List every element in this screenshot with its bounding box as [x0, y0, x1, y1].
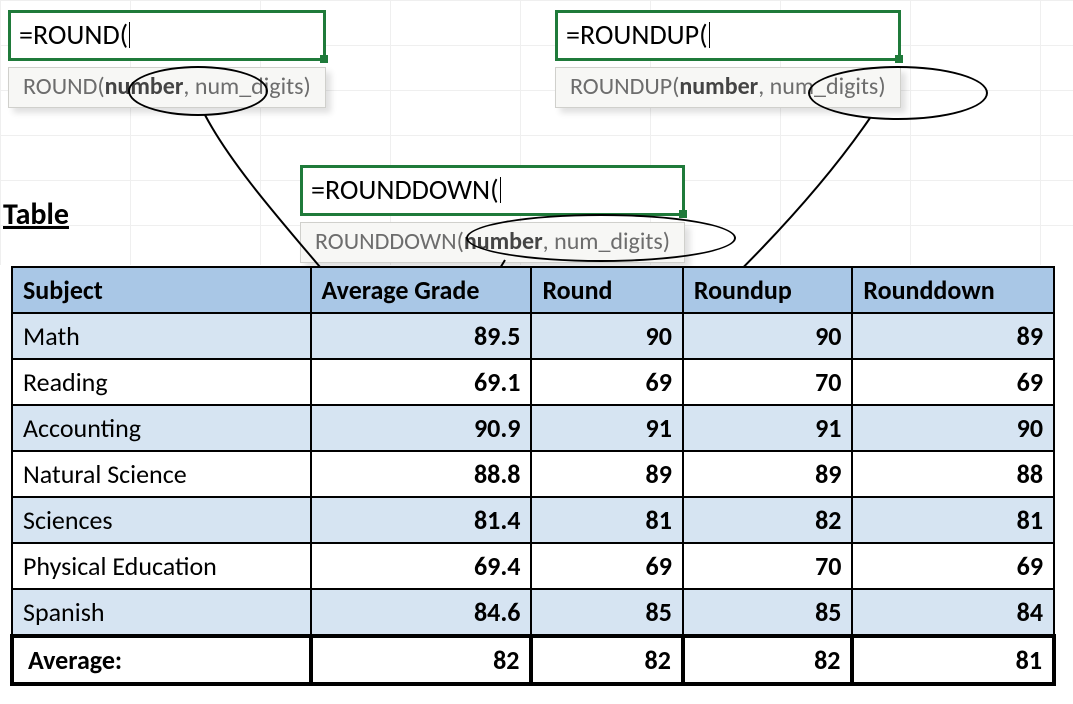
- col-header-subject: Subject: [12, 267, 311, 313]
- tooltip-fn-name: ROUNDDOWN: [315, 227, 457, 256]
- tooltip-arg-numdigits: num_digits: [770, 72, 879, 101]
- formula-snippet-round: =ROUND( ROUND(number, num_digits): [8, 10, 326, 108]
- cell-avg-grade: 69.4: [311, 543, 532, 589]
- tooltip-arg-number: number: [464, 227, 543, 256]
- col-header-roundup: Roundup: [683, 267, 853, 313]
- tooltip-arg-numdigits: num_digits: [554, 227, 663, 256]
- text-cursor-icon: [709, 22, 710, 48]
- cell-avg-grade: 69.1: [311, 359, 532, 405]
- tooltip-arg-number: number: [105, 72, 184, 101]
- cell-subject: Physical Education: [12, 543, 311, 589]
- cell-subject: Sciences: [12, 497, 311, 543]
- formula-text: =ROUNDDOWN(: [311, 172, 499, 207]
- footer-rounddown: 81: [852, 636, 1054, 684]
- cell-fill-handle-icon[interactable]: [679, 210, 687, 218]
- table-row: Math89.5909089: [12, 313, 1054, 359]
- tooltip-fn-name: ROUND: [23, 72, 97, 101]
- table-row: Reading69.1697069: [12, 359, 1054, 405]
- formula-snippet-rounddown: =ROUNDDOWN( ROUNDDOWN(number, num_digits…: [300, 165, 685, 263]
- cell-rounddown: 84: [852, 589, 1054, 636]
- table-header-row: Subject Average Grade Round Roundup Roun…: [12, 267, 1054, 313]
- cell-avg-grade: 88.8: [311, 451, 532, 497]
- cell-subject: Spanish: [12, 589, 311, 636]
- footer-round: 82: [531, 636, 682, 684]
- cell-roundup: 89: [683, 451, 853, 497]
- text-cursor-icon: [129, 22, 130, 48]
- formula-cell-rounddown[interactable]: =ROUNDDOWN(: [300, 165, 685, 216]
- cell-subject: Math: [12, 313, 311, 359]
- tooltip-arg-numdigits: num_digits: [195, 72, 304, 101]
- cell-round: 85: [531, 589, 682, 636]
- cell-fill-handle-icon[interactable]: [320, 55, 328, 63]
- cell-avg-grade: 90.9: [311, 405, 532, 451]
- formula-tooltip-rounddown: ROUNDDOWN(number, num_digits): [300, 222, 685, 263]
- cell-fill-handle-icon[interactable]: [895, 55, 903, 63]
- col-header-round: Round: [531, 267, 682, 313]
- table-row: Physical Education69.4697069: [12, 543, 1054, 589]
- cell-round: 69: [531, 543, 682, 589]
- cell-round: 89: [531, 451, 682, 497]
- table-row: Accounting90.9919190: [12, 405, 1054, 451]
- formula-snippet-roundup: =ROUNDUP( ROUNDUP(number, num_digits): [555, 10, 901, 108]
- cell-rounddown: 69: [852, 359, 1054, 405]
- table-footer-average: Average: 82 82 82 81: [12, 636, 1054, 684]
- cell-rounddown: 69: [852, 543, 1054, 589]
- table-row: Sciences81.4818281: [12, 497, 1054, 543]
- section-title-table: Table: [3, 196, 69, 233]
- cell-rounddown: 81: [852, 497, 1054, 543]
- footer-label: Average:: [12, 636, 311, 684]
- formula-cell-round[interactable]: =ROUND(: [8, 10, 326, 61]
- col-header-avg-grade: Average Grade: [311, 267, 532, 313]
- col-header-rounddown: Rounddown: [852, 267, 1054, 313]
- tooltip-fn-name: ROUNDUP: [570, 72, 672, 101]
- formula-tooltip-round: ROUND(number, num_digits): [8, 67, 326, 108]
- cell-round: 81: [531, 497, 682, 543]
- cell-avg-grade: 81.4: [311, 497, 532, 543]
- footer-roundup: 82: [683, 636, 853, 684]
- text-cursor-icon: [500, 177, 501, 203]
- cell-subject: Reading: [12, 359, 311, 405]
- cell-subject: Accounting: [12, 405, 311, 451]
- formula-cell-roundup[interactable]: =ROUNDUP(: [555, 10, 901, 61]
- cell-roundup: 70: [683, 543, 853, 589]
- table-row: Spanish84.6858584: [12, 589, 1054, 636]
- cell-roundup: 70: [683, 359, 853, 405]
- cell-roundup: 91: [683, 405, 853, 451]
- cell-round: 91: [531, 405, 682, 451]
- cell-rounddown: 90: [852, 405, 1054, 451]
- table-row: Natural Science88.8898988: [12, 451, 1054, 497]
- cell-rounddown: 88: [852, 451, 1054, 497]
- cell-roundup: 90: [683, 313, 853, 359]
- cell-rounddown: 89: [852, 313, 1054, 359]
- tooltip-arg-number: number: [679, 72, 758, 101]
- footer-avg-grade: 82: [311, 636, 532, 684]
- grades-table: Subject Average Grade Round Roundup Roun…: [10, 266, 1056, 686]
- formula-text: =ROUNDUP(: [566, 17, 708, 52]
- cell-avg-grade: 84.6: [311, 589, 532, 636]
- cell-round: 90: [531, 313, 682, 359]
- cell-roundup: 85: [683, 589, 853, 636]
- cell-subject: Natural Science: [12, 451, 311, 497]
- cell-round: 69: [531, 359, 682, 405]
- cell-avg-grade: 89.5: [311, 313, 532, 359]
- formula-text: =ROUND(: [19, 17, 128, 52]
- cell-roundup: 82: [683, 497, 853, 543]
- formula-tooltip-roundup: ROUNDUP(number, num_digits): [555, 67, 901, 108]
